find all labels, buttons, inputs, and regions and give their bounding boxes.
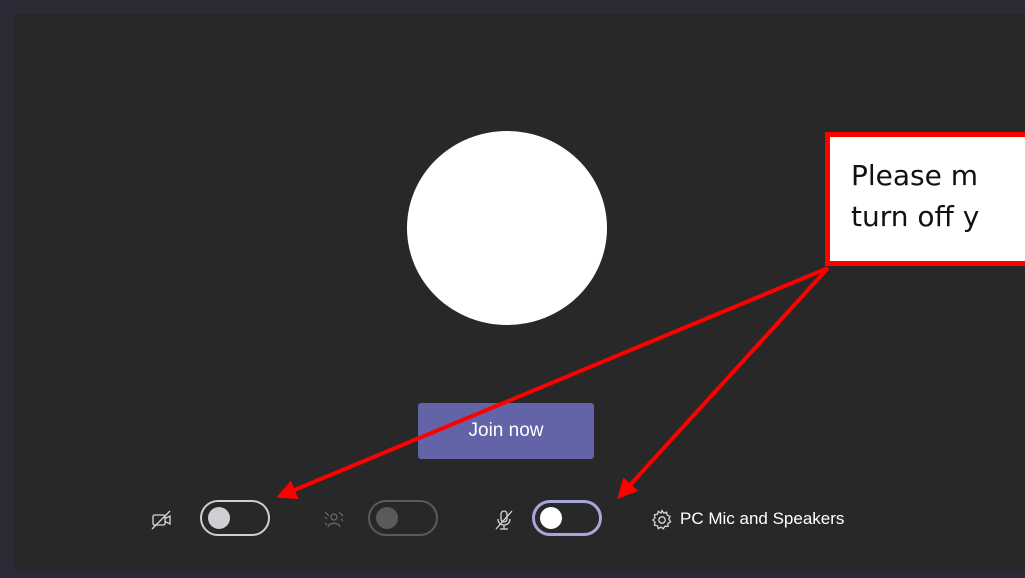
mic-off-icon — [492, 508, 516, 532]
user-avatar — [407, 131, 607, 325]
gear-icon[interactable] — [650, 508, 674, 532]
instruction-callout: Please m turn off y — [825, 132, 1025, 266]
background-blur-icon — [322, 508, 346, 532]
camera-toggle[interactable] — [200, 500, 270, 536]
camera-off-icon — [150, 508, 174, 532]
microphone-toggle[interactable] — [532, 500, 602, 536]
camera-toggle-knob — [208, 507, 230, 529]
background-effects-toggle-knob — [376, 507, 398, 529]
join-now-button[interactable]: Join now — [418, 403, 594, 459]
callout-line-2: turn off y — [851, 200, 980, 233]
callout-line-1: Please m — [851, 159, 979, 192]
microphone-toggle-knob — [540, 507, 562, 529]
background-effects-toggle[interactable] — [368, 500, 438, 536]
device-controls-bar: PC Mic and Speakers — [0, 497, 1025, 543]
audio-device-settings-label[interactable]: PC Mic and Speakers — [680, 509, 844, 529]
